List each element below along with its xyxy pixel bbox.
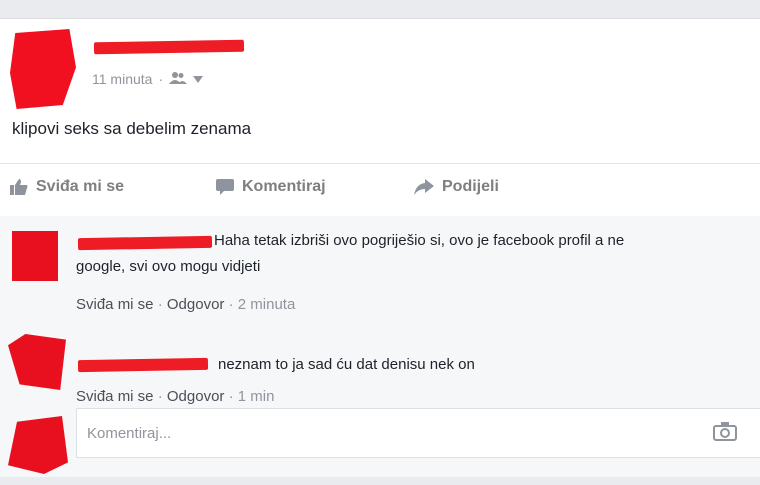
post-actions-bar: Sviđa mi se Komentiraj Podijeli: [0, 163, 760, 217]
chevron-down-icon[interactable]: [193, 71, 204, 87]
comment-composer: [76, 408, 760, 458]
author-name-redacted: [93, 39, 245, 55]
thumbs-up-icon: [10, 179, 28, 195]
post-card: 11 minuta · klipovi seks sa debelim zena…: [0, 18, 760, 477]
comment-label: Komentiraj: [242, 178, 326, 195]
comment-reply-link[interactable]: Odgovor: [167, 388, 225, 405]
comment-like-link[interactable]: Sviđa mi se: [76, 388, 154, 405]
like-button[interactable]: Sviđa mi se: [10, 178, 124, 196]
comment-time[interactable]: 1 min: [238, 388, 275, 405]
share-label: Podijeli: [442, 178, 499, 195]
comment-text-line2: google, svi ovo mogu vidjeti: [76, 258, 261, 275]
post-time[interactable]: 11 minuta: [92, 71, 152, 87]
share-icon: [414, 179, 434, 195]
comment-avatar[interactable]: [8, 334, 66, 390]
commenter-name-redacted: [77, 357, 209, 373]
comment-time[interactable]: 2 minuta: [238, 296, 296, 313]
current-user-avatar: [8, 416, 68, 474]
camera-icon[interactable]: [713, 421, 737, 446]
comment-avatar[interactable]: [12, 231, 58, 281]
share-button[interactable]: Podijeli: [414, 178, 499, 196]
comment-meta: Sviđa mi se · Odgovor · 1 min: [76, 388, 275, 405]
like-label: Sviđa mi se: [36, 178, 125, 195]
comment-reply-link[interactable]: Odgovor: [167, 296, 225, 313]
comment-like-link[interactable]: Sviđa mi se: [76, 296, 154, 313]
comment-meta: Sviđa mi se · Odgovor · 2 minuta: [76, 296, 296, 313]
separator: ·: [158, 71, 164, 87]
post-text: klipovi seks sa debelim zenama: [12, 119, 252, 138]
friends-icon[interactable]: [169, 71, 188, 87]
commenter-name-redacted: [77, 235, 213, 251]
comment-text-line1: Haha tetak izbriši ovo pogriješio si, ov…: [214, 232, 625, 249]
comment-button[interactable]: Komentiraj: [216, 178, 326, 196]
comments-section: Haha tetak izbriši ovo pogriješio si, ov…: [0, 216, 760, 477]
comment-icon: [216, 179, 234, 195]
comment-text: neznam to ja sad ću dat denisu nek on: [218, 356, 475, 373]
comment-input[interactable]: [77, 409, 649, 457]
post-meta: 11 minuta ·: [92, 71, 204, 87]
author-avatar[interactable]: [10, 29, 76, 109]
